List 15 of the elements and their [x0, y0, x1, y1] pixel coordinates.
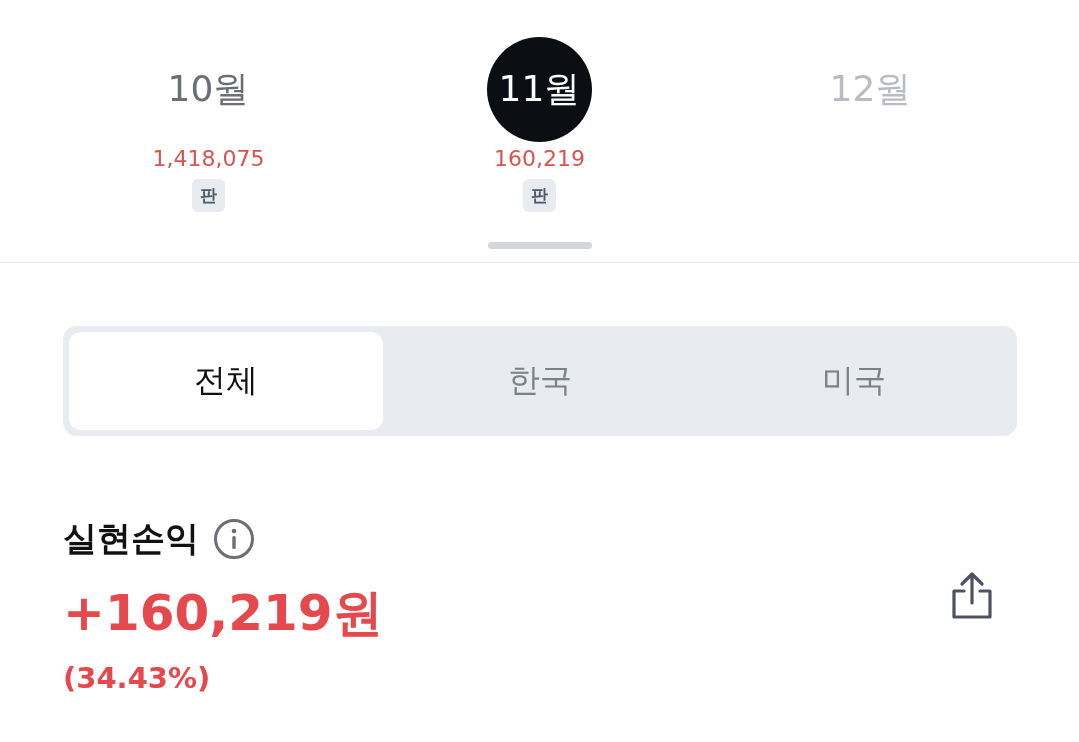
profit-amount: +160,219원: [63, 583, 383, 644]
segment-tab[interactable]: 전체: [69, 332, 383, 430]
month-profit: 1,418,075: [152, 146, 265, 171]
section-title: 실현손익: [63, 517, 199, 560]
profit-rate: (34.43%): [63, 661, 212, 695]
month-profit: 160,219: [494, 146, 585, 171]
drag-handle[interactable]: [487, 242, 592, 249]
info-icon[interactable]: [213, 518, 255, 560]
share-icon[interactable]: [950, 570, 994, 621]
month-tab[interactable]: 11월: [487, 37, 592, 142]
segment-tab[interactable]: 미국: [697, 332, 1011, 430]
segment-tab[interactable]: 한국: [383, 332, 697, 430]
month-badge: 판: [192, 179, 225, 212]
month-tab[interactable]: 10월: [156, 37, 261, 142]
month-badge: 판: [523, 179, 556, 212]
